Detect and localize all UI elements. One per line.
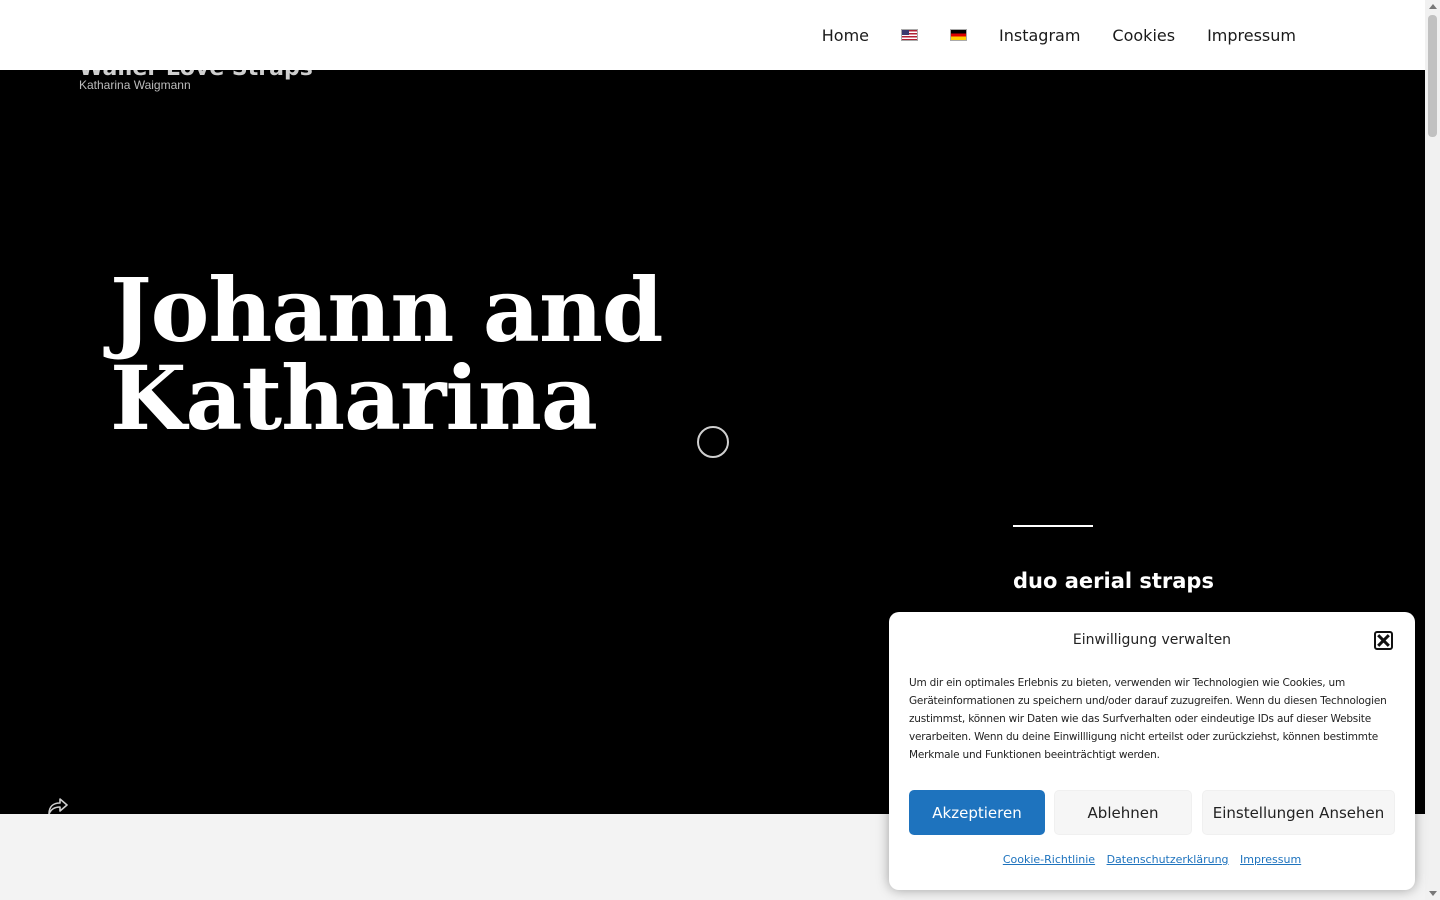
nav-impressum[interactable]: Impressum xyxy=(1207,26,1296,45)
scroll-down-icon[interactable] xyxy=(1429,891,1437,896)
consent-title: Einwilligung verwalten xyxy=(1072,632,1232,648)
scrollbar-thumb[interactable] xyxy=(1428,15,1437,137)
spinner-icon xyxy=(697,426,729,458)
divider xyxy=(1013,525,1093,527)
consent-dialog: Einwilligung verwalten Um dir ein optima… xyxy=(889,612,1415,890)
de-flag-icon[interactable] xyxy=(950,29,968,41)
consent-links: Cookie-Richtlinie Datenschutzerklärung I… xyxy=(889,853,1415,866)
privacy-policy-link[interactable]: Datenschutzerklärung xyxy=(1107,853,1229,866)
nav-cookies[interactable]: Cookies xyxy=(1112,26,1175,45)
impressum-link[interactable]: Impressum xyxy=(1240,853,1301,866)
us-flag-icon[interactable] xyxy=(901,29,919,41)
nav-home[interactable]: Home xyxy=(822,26,869,45)
main-nav: Home Instagram Cookies Impressum xyxy=(790,0,1296,70)
hero-subheading: duo aerial straps xyxy=(1013,569,1214,593)
preferences-button[interactable]: Einstellungen Ansehen xyxy=(1202,790,1395,835)
scroll-up-icon[interactable] xyxy=(1429,4,1437,9)
consent-body: Um dir ein optimales Erlebnis zu bieten,… xyxy=(909,677,1387,761)
nav-instagram[interactable]: Instagram xyxy=(999,26,1080,45)
share-icon[interactable] xyxy=(47,795,69,814)
hero-title-line2: Katharina xyxy=(110,346,598,450)
hero-title: Johann and Katharina xyxy=(110,266,663,442)
deny-button[interactable]: Ablehnen xyxy=(1054,790,1192,835)
site-tagline: Katharina Waigmann xyxy=(79,78,191,92)
scrollbar[interactable] xyxy=(1425,0,1440,900)
close-icon[interactable] xyxy=(1374,631,1393,650)
header: Home Instagram Cookies Impressum xyxy=(0,0,1425,70)
accept-button[interactable]: Akzeptieren xyxy=(909,790,1045,835)
cookie-policy-link[interactable]: Cookie-Richtlinie xyxy=(1003,853,1095,866)
